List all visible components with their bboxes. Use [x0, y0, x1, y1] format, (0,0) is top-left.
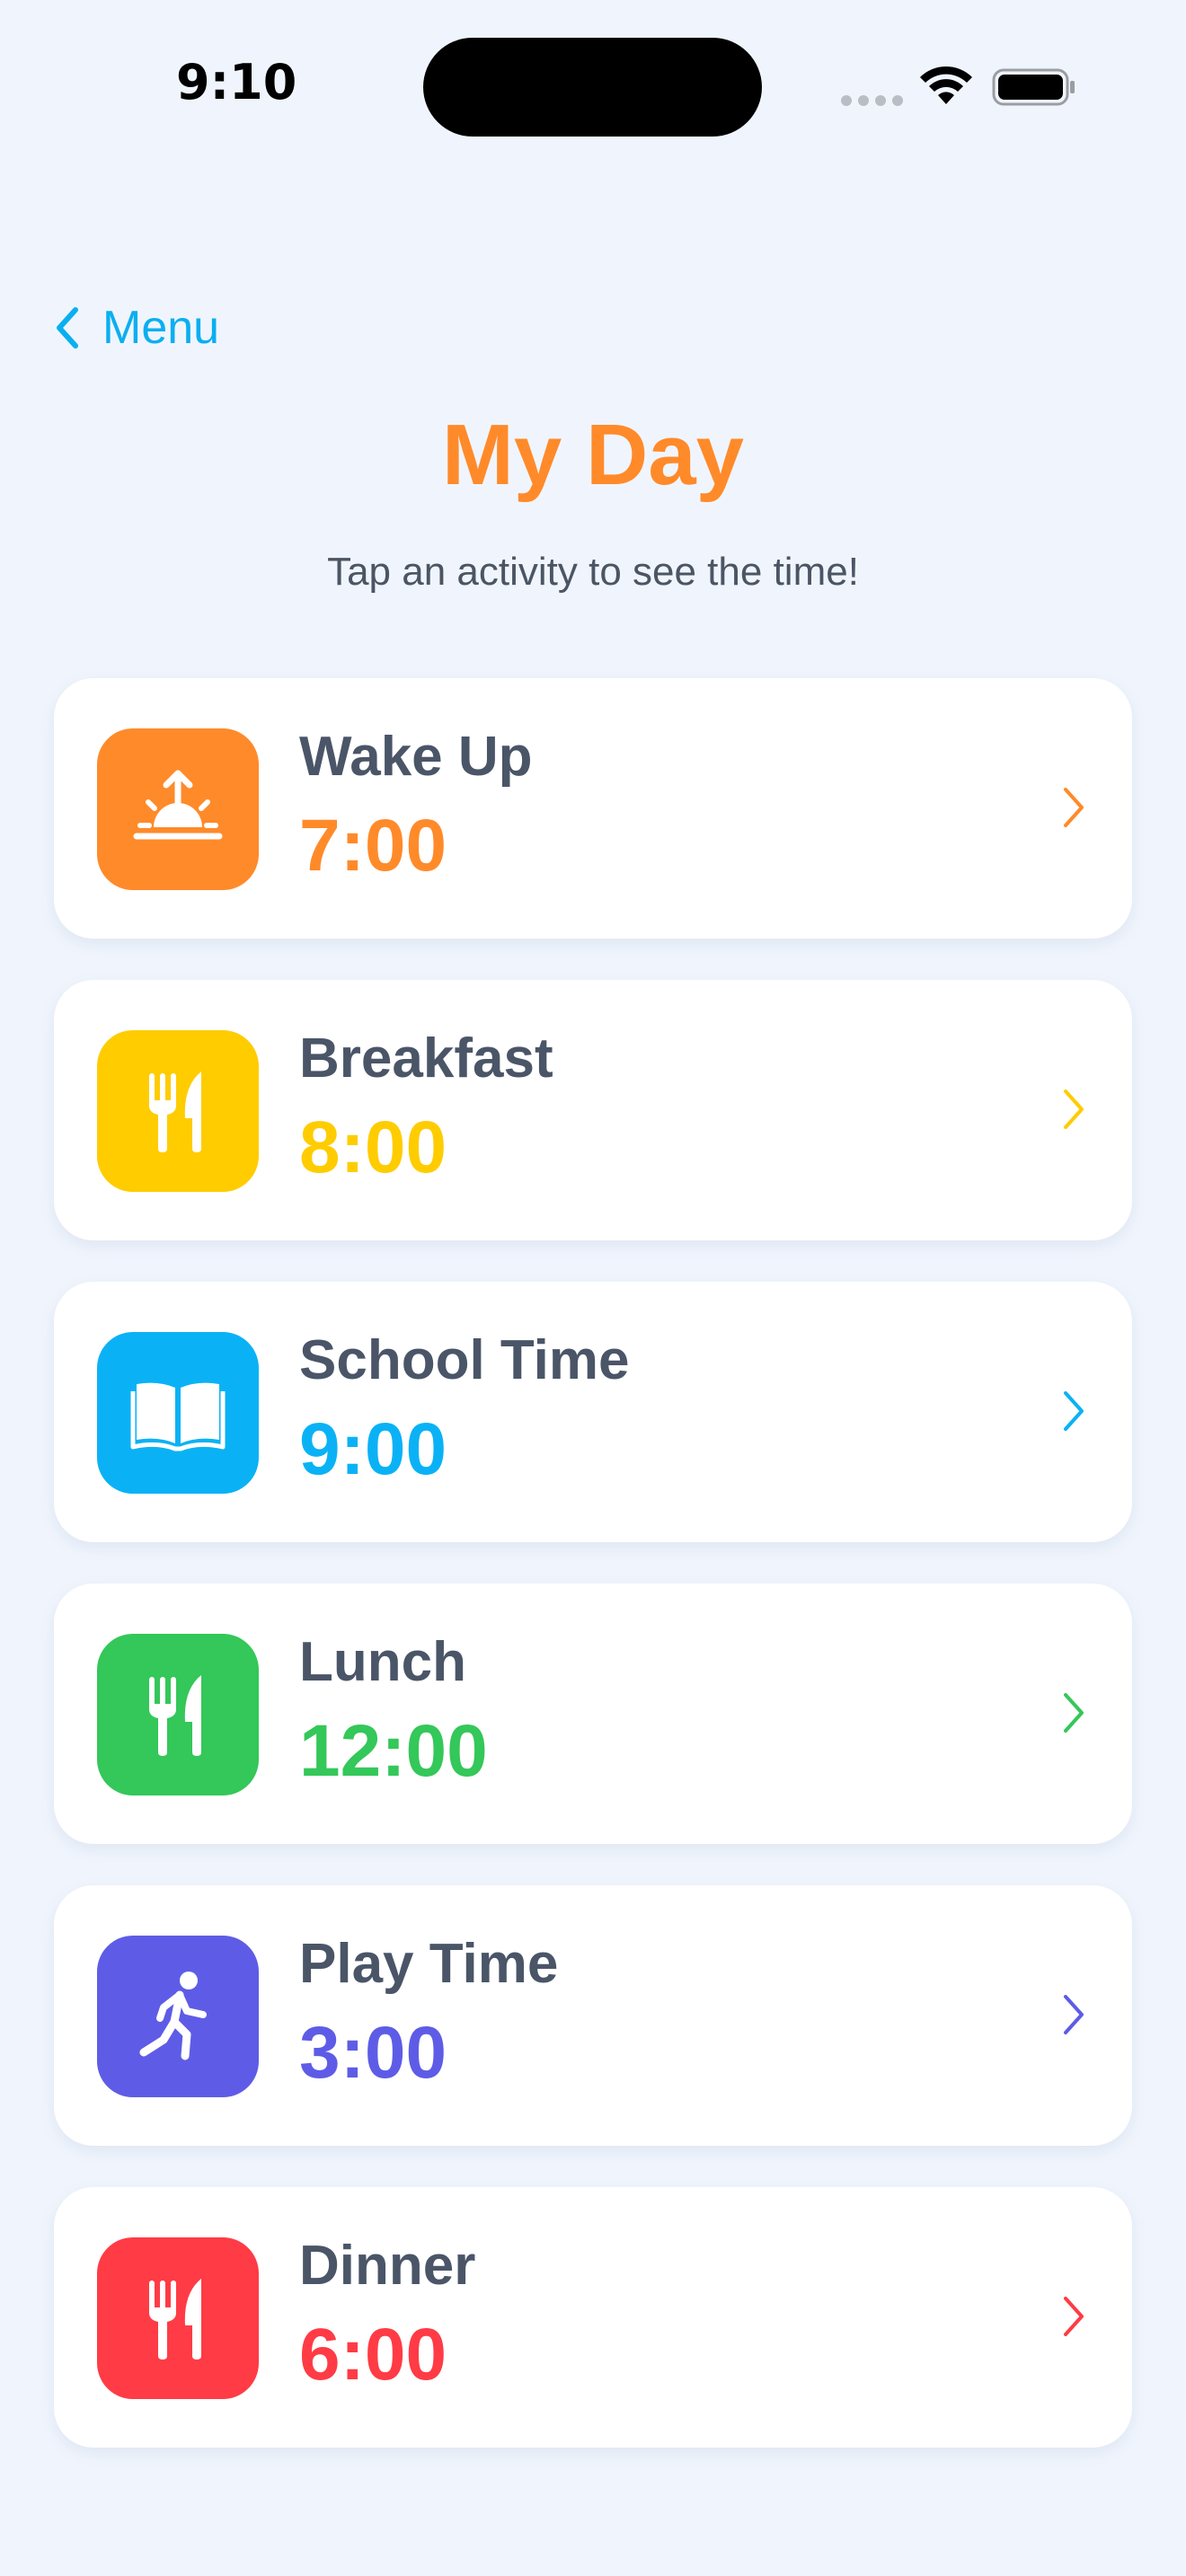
- wifi-icon: [920, 66, 972, 104]
- cellular-signal-icon: [841, 95, 903, 106]
- activity-time: 8:00: [299, 1107, 447, 1188]
- dynamic-island: [423, 38, 762, 137]
- book-icon: [97, 1332, 259, 1494]
- chevron-right-icon: [1064, 1995, 1084, 2034]
- chevron-right-icon: [1064, 788, 1084, 827]
- activity-time: 12:00: [299, 1710, 488, 1792]
- status-time: 9:10: [176, 54, 297, 110]
- page-subtitle: Tap an activity to see the time!: [327, 550, 859, 594]
- sunrise-icon: [97, 728, 259, 890]
- page-title: My Day: [441, 407, 745, 503]
- fork-knife-icon: [97, 1030, 259, 1192]
- chevron-right-icon: [1064, 1391, 1084, 1431]
- activity-time: 7:00: [299, 805, 447, 887]
- activity-label: Wake Up: [299, 726, 533, 788]
- chevron-left-icon: [57, 307, 78, 348]
- activity-card-school-time[interactable]: School Time 9:00: [54, 1282, 1132, 1542]
- activity-label: Dinner: [299, 2235, 476, 2297]
- activity-card-lunch[interactable]: Lunch 12:00: [54, 1584, 1132, 1844]
- status-bar: 9:10: [0, 0, 1186, 171]
- activity-card-play-time[interactable]: Play Time 3:00: [54, 1885, 1132, 2146]
- back-button-label: Menu: [102, 302, 220, 354]
- running-figure-icon: [97, 1936, 259, 2097]
- activity-time: 9:00: [299, 1408, 447, 1490]
- fork-knife-icon: [97, 1634, 259, 1795]
- activity-label: Lunch: [299, 1631, 466, 1693]
- battery-icon: [992, 68, 1075, 106]
- chevron-right-icon: [1064, 1693, 1084, 1733]
- activity-time: 3:00: [299, 2012, 447, 2094]
- activity-card-breakfast[interactable]: Breakfast 8:00: [54, 980, 1132, 1240]
- activity-label: Breakfast: [299, 1028, 553, 1090]
- activity-label: Play Time: [299, 1933, 559, 1995]
- chevron-right-icon: [1064, 2297, 1084, 2336]
- activity-time: 6:00: [299, 2314, 447, 2395]
- back-button[interactable]: Menu: [52, 301, 219, 355]
- activity-label: School Time: [299, 1329, 630, 1391]
- activity-card-dinner[interactable]: Dinner 6:00: [54, 2187, 1132, 2448]
- chevron-right-icon: [1064, 1090, 1084, 1129]
- activity-card-wake-up[interactable]: Wake Up 7:00: [54, 678, 1132, 939]
- fork-knife-icon: [97, 2237, 259, 2399]
